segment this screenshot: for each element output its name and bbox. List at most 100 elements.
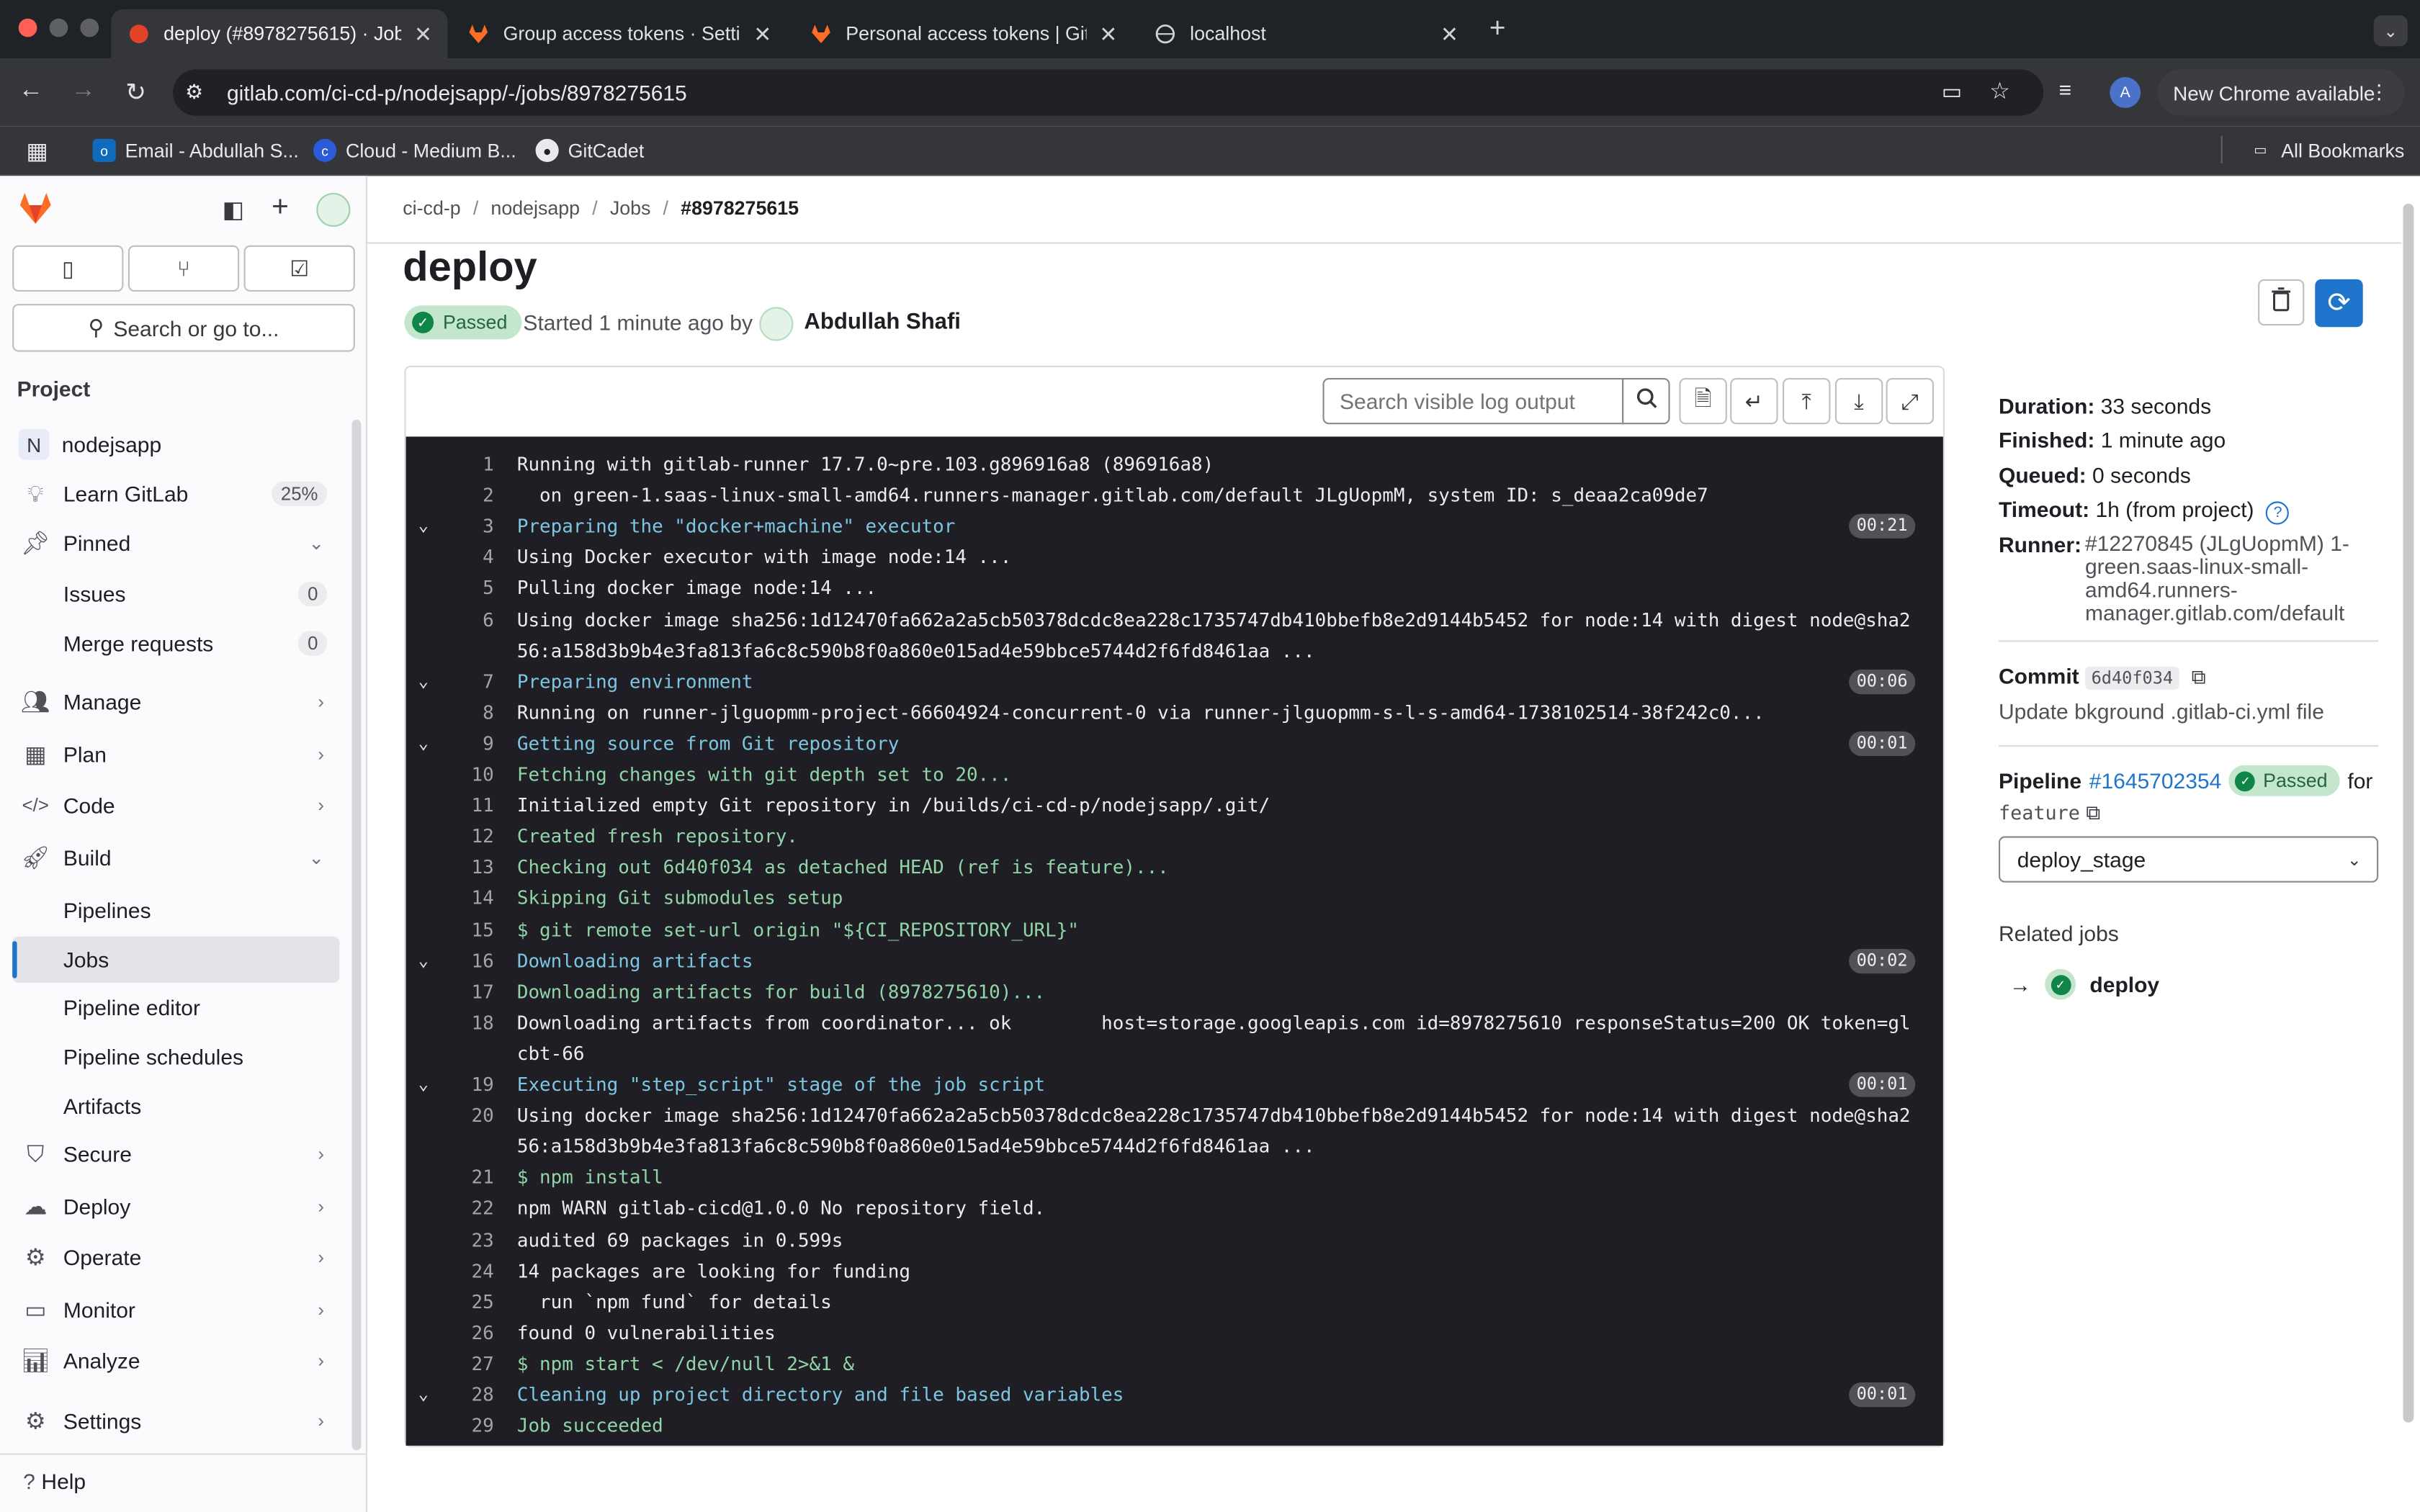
- sidebar-item-issues[interactable]: Issues 0: [12, 571, 339, 617]
- line-number[interactable]: 1: [406, 449, 494, 480]
- line-number[interactable]: 12: [406, 821, 494, 852]
- line-number[interactable]: 27: [406, 1349, 494, 1380]
- sidebar-item-learn-gitlab[interactable]: 💡︎ Learn GitLab 25%: [12, 471, 339, 517]
- commit-sha-link[interactable]: 6d40f034: [2085, 666, 2179, 690]
- tab-search-button[interactable]: ⌄: [2373, 15, 2408, 47]
- bookmark-cloud-medium[interactable]: c Cloud - Medium B...: [313, 138, 516, 162]
- sidebar-item-project[interactable]: Nnodejsapp: [12, 421, 339, 467]
- log-search-input[interactable]: Search visible log output: [1322, 378, 1624, 425]
- tab-localhost[interactable]: localhost ✕: [1137, 9, 1474, 59]
- user-avatar[interactable]: [759, 307, 794, 341]
- forward-button[interactable]: →: [66, 77, 100, 105]
- bookmark-star-icon[interactable]: ☆: [1989, 77, 2010, 104]
- show-raw-log-button[interactable]: 🗎︎: [1679, 378, 1727, 425]
- line-number[interactable]: 3: [406, 511, 494, 542]
- line-number[interactable]: 25: [406, 1286, 494, 1317]
- fullscreen-button[interactable]: ⤢: [1886, 378, 1934, 425]
- log-section-header[interactable]: ⌄ 3 Preparing the "docker+machine" executo…: [406, 511, 1943, 542]
- tab-group-access-tokens[interactable]: Group access tokens · Settings ✕: [451, 9, 787, 59]
- line-number[interactable]: 11: [406, 790, 494, 821]
- tab-close-icon[interactable]: ✕: [753, 21, 771, 47]
- line-number[interactable]: 6: [406, 604, 494, 635]
- bookmark-email[interactable]: o Email - Abdullah S...: [92, 138, 299, 162]
- tab-personal-access-tokens[interactable]: Personal access tokens | GitLab ✕: [793, 9, 1132, 59]
- line-number[interactable]: 4: [406, 542, 494, 573]
- line-number[interactable]: 19: [406, 1069, 494, 1100]
- profile-avatar[interactable]: A: [2110, 77, 2141, 108]
- sidebar-item-plan[interactable]: ▦ Plan ›: [12, 732, 339, 778]
- copy-icon[interactable]: ⧉: [2086, 801, 2100, 824]
- line-number[interactable]: 26: [406, 1318, 494, 1349]
- new-chrome-available-button[interactable]: New Chrome available ⋮: [2157, 69, 2405, 116]
- breadcrumb-item-project[interactable]: nodejsapp: [490, 197, 580, 219]
- more-menu-icon[interactable]: ⋮: [2369, 80, 2389, 104]
- help-circle-icon[interactable]: ?: [2266, 501, 2290, 525]
- close-window-button[interactable]: [18, 18, 37, 37]
- retry-job-button[interactable]: ⟳: [2315, 279, 2363, 328]
- log-section-header[interactable]: ⌄ 28 Cleaning up project directory and fil…: [406, 1380, 1943, 1410]
- help-button[interactable]: ? Help: [23, 1469, 86, 1493]
- search-or-go-to-button[interactable]: ⚲ Search or go to...: [12, 304, 355, 352]
- sidebar-item-code[interactable]: </> Code ›: [12, 782, 339, 828]
- tab-close-icon[interactable]: ✕: [1099, 21, 1117, 47]
- maximize-window-button[interactable]: [80, 18, 99, 37]
- line-number[interactable]: 21: [406, 1162, 494, 1193]
- line-number[interactable]: 14: [406, 883, 494, 914]
- scroll-to-top-button[interactable]: ⤒: [1783, 378, 1831, 425]
- gitlab-logo[interactable]: [17, 190, 54, 235]
- site-info-icon[interactable]: ⚙: [185, 80, 203, 104]
- sidebar-toggle-icon[interactable]: ◧: [223, 196, 244, 223]
- tab-deploy-job[interactable]: deploy (#8978275615) · Jobs ✕: [111, 9, 448, 59]
- line-number[interactable]: 9: [406, 728, 494, 759]
- line-number[interactable]: 17: [406, 976, 494, 1007]
- sidebar-item-manage[interactable]: 👥︎ Manage ›: [12, 679, 339, 725]
- reload-button[interactable]: ↻: [119, 77, 153, 108]
- pipeline-link[interactable]: #1645702354: [2089, 768, 2222, 793]
- sidebar-item-artifacts[interactable]: Artifacts: [12, 1083, 339, 1129]
- line-number[interactable]: 29: [406, 1410, 494, 1441]
- sidebar-item-pipelines[interactable]: Pipelines: [12, 887, 339, 933]
- line-number[interactable]: 24: [406, 1255, 494, 1286]
- line-number[interactable]: 22: [406, 1193, 494, 1224]
- sidebar-item-pipeline-schedules[interactable]: Pipeline schedules: [12, 1034, 339, 1080]
- line-number[interactable]: 7: [406, 666, 494, 697]
- line-number[interactable]: 20: [406, 1100, 494, 1131]
- stage-dropdown[interactable]: deploy_stage ⌄: [1999, 836, 2379, 883]
- user-name-link[interactable]: Abdullah Shafi: [804, 310, 961, 335]
- sidebar-item-pipeline-editor[interactable]: Pipeline editor: [12, 984, 339, 1030]
- create-new-icon[interactable]: +: [272, 192, 289, 225]
- line-number[interactable]: 2: [406, 480, 494, 511]
- sidebar-item-analyze[interactable]: 📊︎ Analyze ›: [12, 1338, 339, 1384]
- sidebar-item-monitor[interactable]: ▭ Monitor ›: [12, 1287, 339, 1333]
- log-section-header[interactable]: ⌄ 7 Preparing environment 00:06: [406, 666, 1943, 697]
- sidebar-item-settings[interactable]: ⚙ Settings ›: [12, 1398, 339, 1444]
- line-number[interactable]: 10: [406, 759, 494, 790]
- breadcrumb-item-jobs[interactable]: Jobs: [610, 197, 651, 219]
- merge-requests-button[interactable]: ⑂: [127, 245, 240, 292]
- sidebar-item-operate[interactable]: ⚙ Operate ›: [12, 1234, 339, 1280]
- scroll-to-bottom-button[interactable]: ⤓: [1834, 378, 1883, 425]
- todo-list-button[interactable]: ☑: [243, 245, 355, 292]
- assigned-issues-button[interactable]: ▯: [12, 245, 124, 292]
- sidebar-item-merge-requests[interactable]: Merge requests 0: [12, 620, 339, 666]
- line-number[interactable]: 15: [406, 914, 494, 945]
- minimize-window-button[interactable]: [49, 18, 68, 37]
- user-avatar[interactable]: [316, 192, 351, 227]
- log-section-header[interactable]: ⌄ 16 Downloading artifacts 00:02: [406, 945, 1943, 976]
- sidebar-item-build[interactable]: 🚀︎ Build ⌄: [12, 834, 339, 881]
- apps-grid-icon[interactable]: ▦: [26, 138, 48, 165]
- url-text[interactable]: gitlab.com/ci-cd-p/nodejsapp/-/jobs/8978…: [227, 80, 687, 104]
- copy-icon[interactable]: ⧉: [2192, 665, 2206, 688]
- breadcrumb-item-group[interactable]: ci-cd-p: [403, 197, 460, 219]
- pipeline-status-badge[interactable]: ✓ Passed: [2229, 765, 2340, 796]
- back-button[interactable]: ←: [14, 77, 48, 105]
- related-job-item[interactable]: → ✓ deploy: [2009, 968, 2159, 1000]
- wrap-lines-button[interactable]: ↵: [1730, 378, 1778, 425]
- sidebar-item-deploy[interactable]: ☁ Deploy ›: [12, 1184, 339, 1230]
- erase-log-button[interactable]: [2258, 279, 2305, 326]
- new-tab-button[interactable]: +: [1489, 12, 1506, 45]
- sidebar-item-pinned[interactable]: 📌︎ Pinned ⌄: [12, 520, 339, 566]
- reading-list-icon[interactable]: ≡: [2059, 77, 2072, 102]
- line-number[interactable]: 18: [406, 1007, 494, 1038]
- log-section-header[interactable]: ⌄ 19 Executing "step_script" stage of the …: [406, 1069, 1943, 1100]
